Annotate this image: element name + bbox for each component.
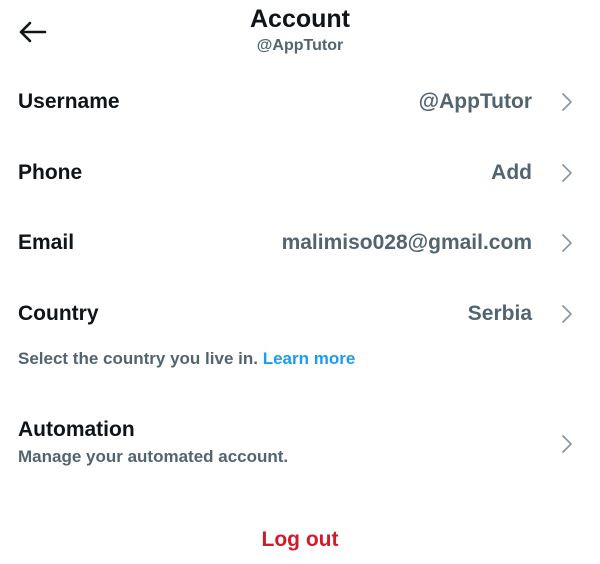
chevron-right-icon [562,93,572,111]
page-subtitle: @AppTutor [256,37,344,54]
row-value: malimiso028@gmail.com [281,231,532,254]
row-value: @AppTutor [418,90,532,113]
settings-row-email[interactable]: Email malimiso028@gmail.com [0,215,600,271]
row-label: Email [18,231,75,254]
settings-row-automation[interactable]: Automation Manage your automated account… [0,412,600,476]
chevron-right-icon [562,164,572,182]
app-header: Account @AppTutor [0,0,600,70]
row-value: Add [491,161,532,184]
row-label: Phone [18,161,83,184]
chevron-right-icon [562,435,572,453]
row-value: Serbia [467,302,532,325]
country-hint-text: Select the country you live in. [18,349,258,368]
settings-row-phone[interactable]: Phone Add [0,145,600,201]
learn-more-link[interactable]: Learn more [263,349,356,368]
country-hint: Select the country you live in. Learn mo… [18,349,355,369]
automation-description: Manage your automated account. [18,447,289,466]
chevron-right-icon [562,234,572,252]
header-titles: Account @AppTutor [0,4,600,56]
automation-label: Automation [18,418,135,441]
row-label: Country [18,302,99,325]
chevron-right-icon [562,305,572,323]
settings-row-username[interactable]: Username @AppTutor [0,74,600,130]
row-label: Username [18,90,120,113]
page-title: Account [250,5,350,33]
logout-button[interactable]: Log out [0,528,600,552]
settings-row-country[interactable]: Country Serbia [0,286,600,342]
